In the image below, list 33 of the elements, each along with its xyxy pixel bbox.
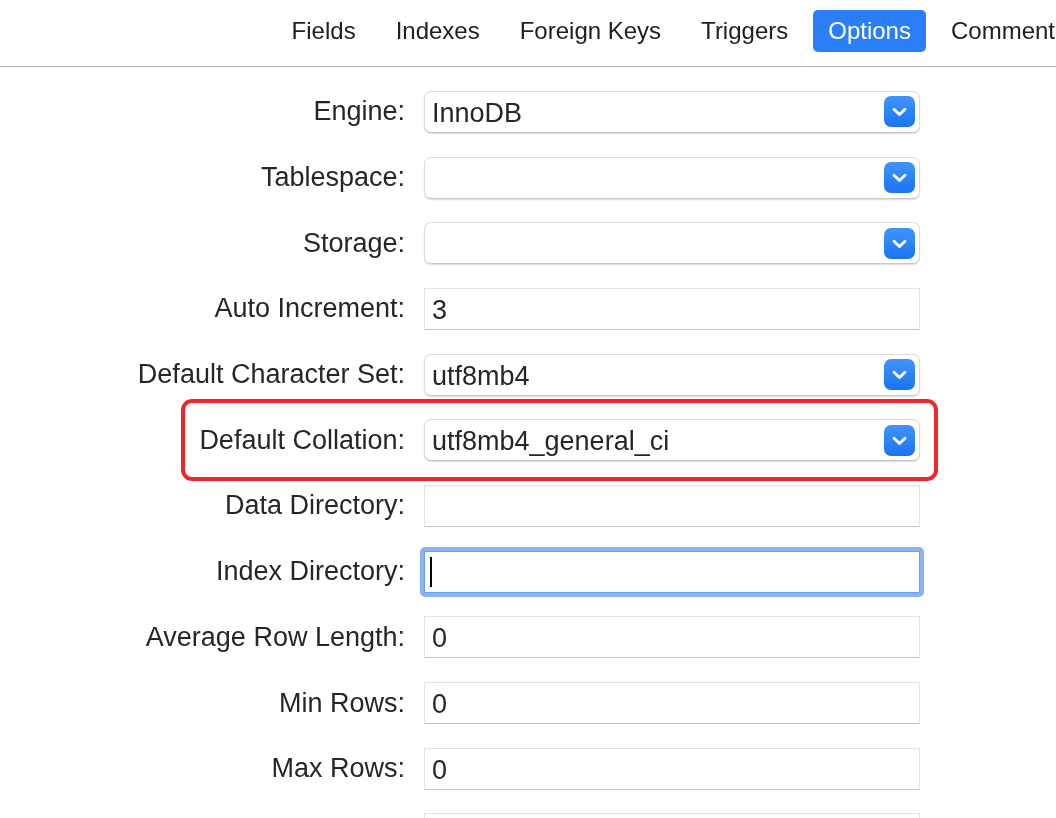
text-field[interactable] — [420, 546, 924, 597]
field-label: Index Directory: — [215, 556, 405, 588]
field-label: Default Collation: — [199, 424, 405, 456]
field-label: Average Row Length: — [145, 621, 405, 653]
chevron-down-icon[interactable] — [884, 96, 915, 128]
text-field[interactable]: 3 — [424, 287, 920, 330]
tab[interactable]: Triggers — [686, 10, 804, 52]
tab[interactable]: Foreign Keys — [504, 10, 677, 52]
tab[interactable]: Options — [813, 10, 926, 52]
chevron-down-icon[interactable] — [884, 227, 915, 259]
text-field[interactable]: 0 — [424, 747, 920, 790]
field-label: Max Rows: — [271, 753, 405, 785]
chevron-down-icon[interactable] — [884, 359, 915, 391]
tab[interactable]: Indexes — [380, 10, 495, 52]
dropdown[interactable]: InnoDB — [424, 90, 920, 133]
dropdown[interactable]: utf8mb4 — [424, 353, 920, 396]
field-label: Storage: — [302, 227, 405, 259]
tab[interactable]: Fields — [276, 10, 371, 52]
field-label: Tablespace: — [260, 162, 405, 194]
field-label: Default Character Set: — [137, 359, 405, 391]
text-field[interactable]: 0 — [424, 616, 920, 659]
text-cursor-icon — [430, 556, 432, 587]
dropdown[interactable] — [424, 222, 920, 265]
dropdown[interactable]: utf8mb4_general_ci — [424, 419, 920, 462]
dropdown[interactable] — [424, 156, 920, 199]
field-label: Engine: — [313, 96, 405, 128]
field-label: Data Directory: — [224, 490, 405, 522]
text-field[interactable]: 0 — [424, 682, 920, 725]
field-label: Auto Increment: — [214, 293, 405, 325]
tab[interactable]: Comment — [935, 10, 1056, 52]
field-label: Min Rows: — [278, 687, 405, 719]
chevron-down-icon[interactable] — [884, 162, 915, 194]
chevron-down-icon[interactable] — [884, 424, 915, 456]
